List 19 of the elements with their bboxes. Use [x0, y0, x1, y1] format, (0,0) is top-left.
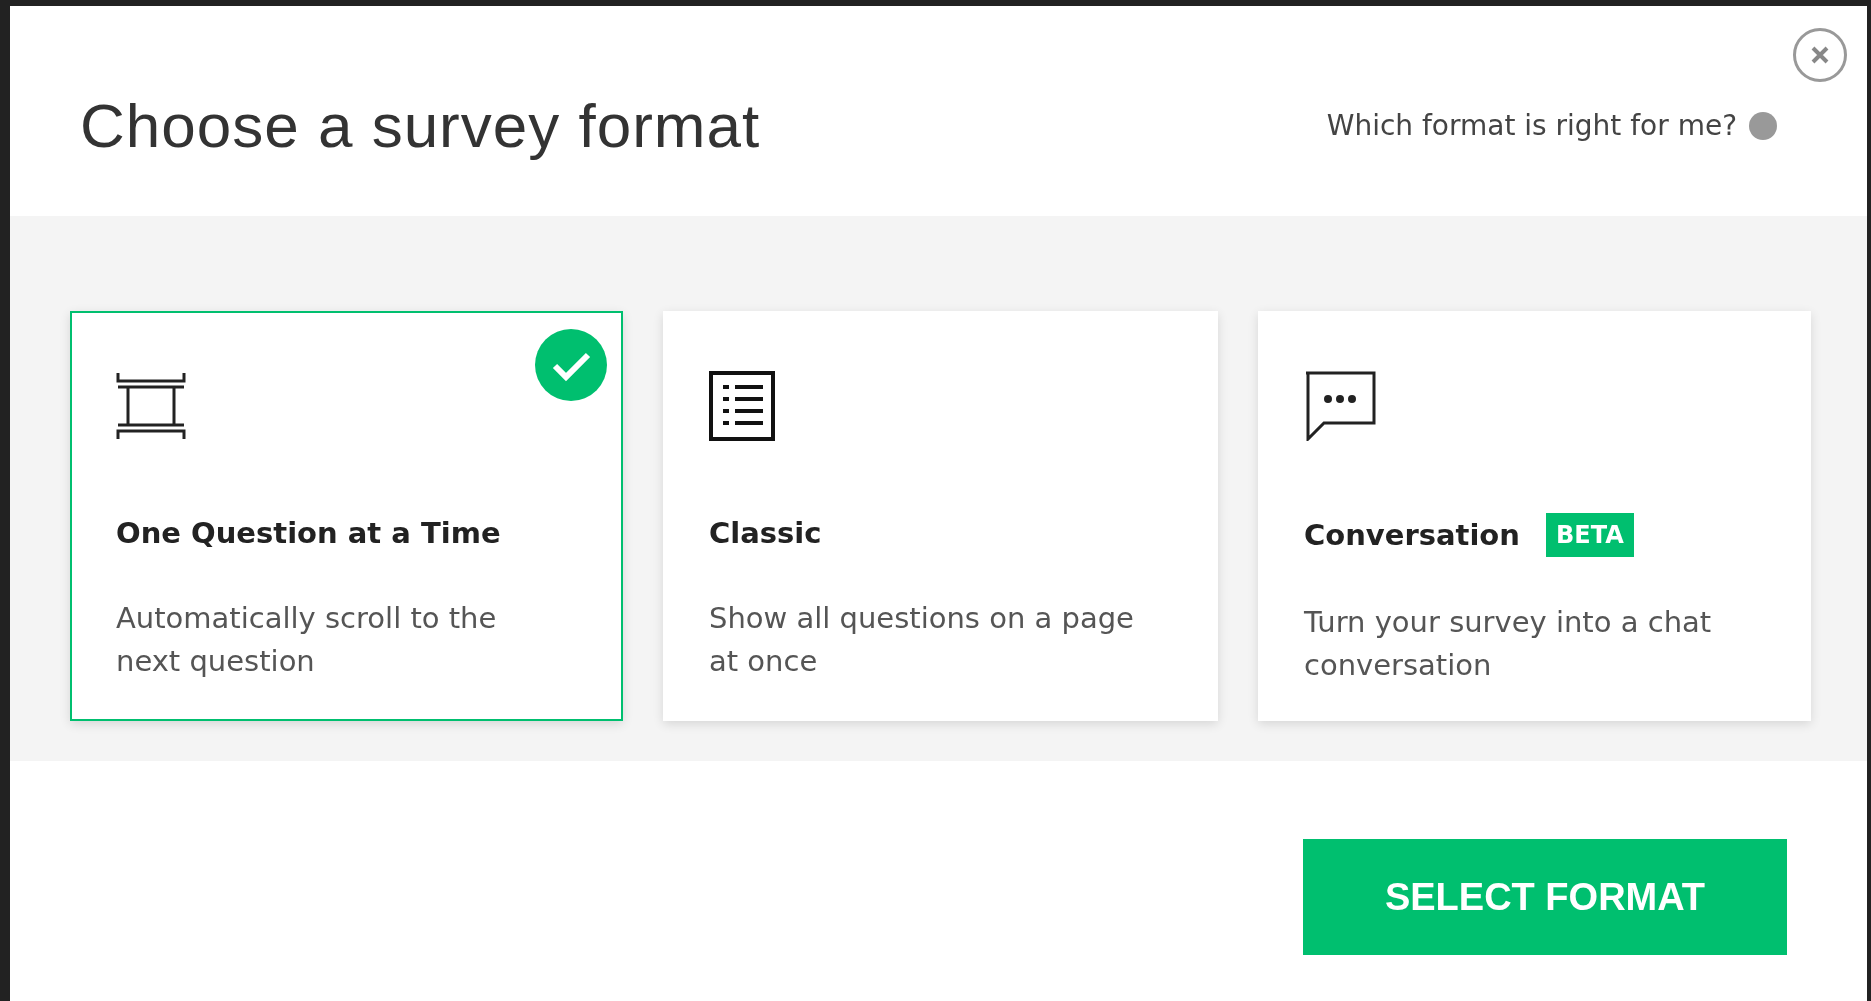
- format-card[interactable]: Classic Show all questions on a page at once: [663, 311, 1218, 721]
- stacked-rows-icon: [116, 371, 186, 441]
- dialog-title: Choose a survey format: [80, 90, 761, 161]
- format-description: Show all questions on a page at once: [709, 600, 1135, 680]
- close-button[interactable]: [1793, 28, 1847, 82]
- close-icon: [1809, 44, 1831, 66]
- check-circle-icon: [535, 329, 607, 401]
- chat-bubble-icon: [1304, 371, 1376, 441]
- format-title: Classic: [709, 515, 822, 552]
- format-title: One Question at a Time: [116, 515, 501, 552]
- format-description: Automatically scroll to the next question: [116, 600, 498, 680]
- help-icon[interactable]: [1749, 111, 1777, 140]
- list-icon: [709, 371, 775, 441]
- format-title: Conversation: [1304, 517, 1520, 554]
- help-link[interactable]: Which format is right for me?: [1326, 109, 1737, 142]
- beta-badge: BETA: [1545, 513, 1634, 557]
- format-card[interactable]: One Question at a Time Automatically scroll to the next question: [70, 311, 623, 721]
- format-card[interactable]: Conversation BETA Turn your survey into a chat conversation: [1258, 311, 1811, 721]
- format-description: Turn your survey into a chat conversation: [1304, 604, 1713, 684]
